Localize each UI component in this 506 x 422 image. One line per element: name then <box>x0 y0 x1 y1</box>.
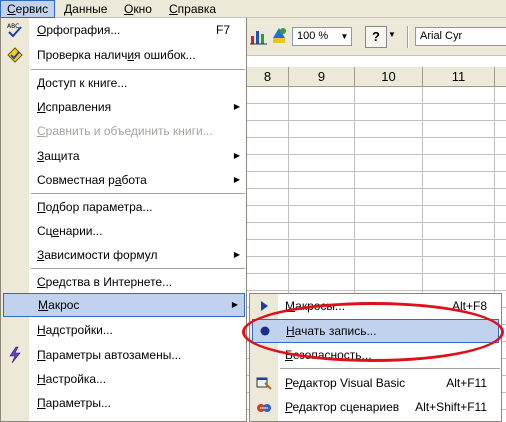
menu-help[interactable]: Справка <box>163 0 222 18</box>
menu-data[interactable]: Данные <box>58 0 113 18</box>
toolbar-separator <box>407 26 409 48</box>
menu-item-customize[interactable]: Настройка... <box>1 367 246 391</box>
menu-bar: Сервис Данные Окно Справка <box>0 0 506 18</box>
grid-line <box>247 222 506 223</box>
submenu-arrow-icon: ▶ <box>233 102 240 111</box>
svg-text:ABC: ABC <box>7 23 19 30</box>
menu-separator <box>280 368 500 369</box>
chevron-down-icon: ▼ <box>340 32 349 41</box>
zoom-combo[interactable]: 100 % ▼ <box>292 27 352 46</box>
visual-basic-editor-icon <box>256 377 272 390</box>
grid-line <box>247 205 506 206</box>
submenu-item-script-editor[interactable]: Редактор сценариев Alt+Shift+F11 <box>250 395 501 419</box>
submenu-arrow-icon: ▶ <box>233 151 240 160</box>
grid-line <box>247 137 506 138</box>
chevron-down-icon[interactable]: ▼ <box>388 30 396 39</box>
grid-line <box>247 171 506 172</box>
menu-item-book-access[interactable]: Доступ к книге... <box>1 71 246 95</box>
menu-item-goal-seek[interactable]: Подбор параметра... <box>1 195 246 219</box>
shortcut-label: F7 <box>215 23 230 37</box>
submenu-arrow-icon: ▶ <box>233 175 240 184</box>
column-header[interactable] <box>495 67 506 87</box>
menu-separator <box>31 193 245 194</box>
menu-item-autocorrect[interactable]: Параметры автозамены... <box>1 343 246 367</box>
grid-line <box>247 120 506 121</box>
error-checking-icon <box>7 47 23 63</box>
grid-line <box>247 154 506 155</box>
help-icon[interactable]: ? <box>365 26 387 48</box>
submenu-arrow-icon: ▶ <box>231 300 238 309</box>
submenu-item-vba-editor[interactable]: Редактор Visual Basic Alt+F11 <box>250 371 501 395</box>
column-header[interactable]: 8 <box>247 67 289 87</box>
font-name-value: Arial Cyr <box>420 30 463 42</box>
chart-wizard-icon[interactable] <box>249 26 269 46</box>
grid-line <box>247 290 506 291</box>
column-header[interactable]: 11 <box>423 67 495 87</box>
menu-separator <box>31 69 245 70</box>
menu-item-compare-merge: Сравнить и объединить книги... <box>37 124 213 138</box>
grid-line <box>247 256 506 257</box>
menu-service[interactable]: Сервис <box>0 0 56 18</box>
highlight-ellipse <box>242 302 504 362</box>
play-macro-icon <box>261 301 268 311</box>
grid-line <box>247 188 506 189</box>
shortcut-label: Alt+F11 <box>446 376 487 390</box>
menu-item-options[interactable]: Параметры... <box>1 391 246 415</box>
grid-line <box>247 273 506 274</box>
menu-separator <box>31 268 245 269</box>
menu-item-spelling[interactable]: ABC Орфография... F7 <box>1 18 246 42</box>
script-editor-icon <box>257 404 271 412</box>
column-header[interactable]: 10 <box>355 67 423 87</box>
menu-item-scenarios[interactable]: Сценарии... <box>1 219 246 243</box>
menu-item-error-checking[interactable]: Проверка наличия ошибок... <box>1 43 246 67</box>
grid-line <box>247 103 506 104</box>
zoom-value: 100 % <box>297 30 329 42</box>
menu-item-track-changes[interactable]: Исправления ▶ <box>1 95 246 119</box>
column-header[interactable]: 9 <box>289 67 355 87</box>
menu-item-protection[interactable]: Защита ▶ <box>1 144 246 168</box>
shortcut-label: Alt+Shift+F11 <box>415 400 487 414</box>
spelling-check-icon: ABC <box>7 23 22 38</box>
menu-item-collaboration[interactable]: Совместная работа ▶ <box>1 168 246 192</box>
menu-item-macro[interactable]: Макрос ▶ <box>3 293 245 317</box>
standard-toolbar: 100 % ▼ ? ▼ Arial Cyr <box>247 18 506 56</box>
menu-item-online-tools[interactable]: Средства в Интернете... <box>1 270 246 294</box>
grid-line <box>247 239 506 240</box>
menu-item-formula-auditing[interactable]: Зависимости формул ▶ <box>1 243 246 267</box>
drawing-icon[interactable] <box>269 26 289 46</box>
autocorrect-icon <box>9 346 21 364</box>
service-menu: ABC Орфография... F7 Проверка наличия ош… <box>0 18 247 422</box>
font-name-combo[interactable]: Arial Cyr <box>415 27 506 46</box>
menu-window[interactable]: Окно <box>118 0 158 18</box>
menu-item-addins[interactable]: Надстройки... <box>1 318 246 342</box>
submenu-arrow-icon: ▶ <box>233 250 240 259</box>
